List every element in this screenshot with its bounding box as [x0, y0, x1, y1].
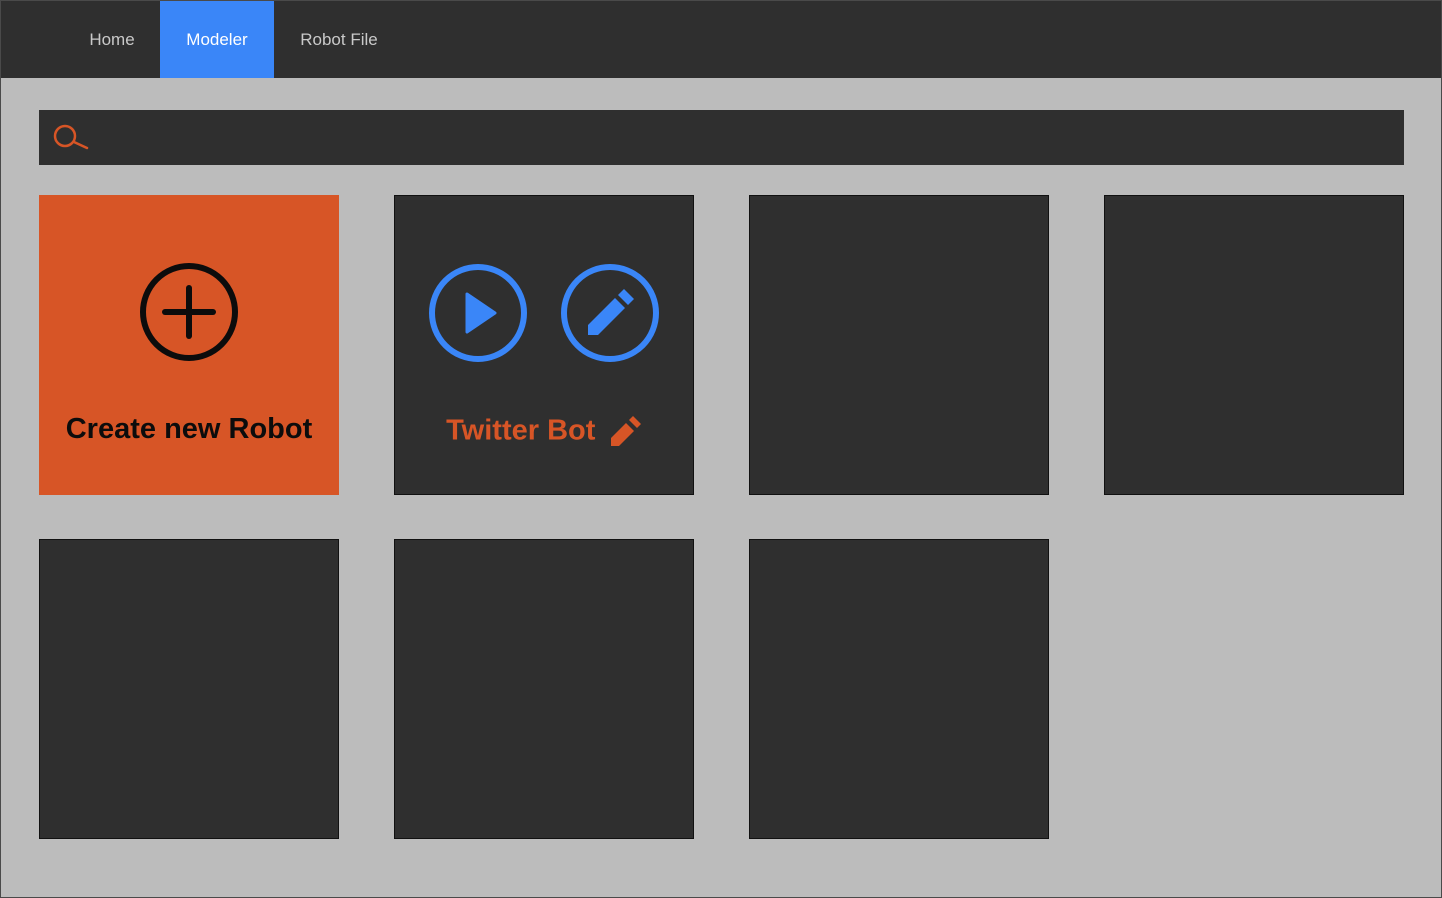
search-icon	[53, 124, 89, 150]
empty-robot-slot	[749, 539, 1049, 839]
empty-robot-slot	[749, 195, 1049, 495]
nav-tab-robot-file[interactable]: Robot File	[282, 1, 396, 78]
empty-robot-slot	[394, 539, 694, 839]
robot-name-row: Twitter Bot	[395, 414, 693, 448]
app-window: Home Modeler Robot File Create new Robot	[0, 0, 1442, 898]
nav-tab-home[interactable]: Home	[61, 1, 163, 78]
robot-name: Twitter Bot	[446, 414, 596, 447]
search-bar	[39, 110, 1404, 165]
top-navbar: Home Modeler Robot File	[1, 1, 1441, 78]
search-input[interactable]	[99, 118, 1393, 158]
pencil-icon	[588, 289, 634, 335]
nav-tab-modeler[interactable]: Modeler	[160, 1, 274, 78]
play-icon	[465, 292, 497, 334]
robot-tile-twitter-bot: Twitter Bot	[394, 195, 694, 495]
plus-circle-icon	[140, 263, 238, 361]
empty-robot-slot	[1104, 195, 1404, 495]
rename-pencil-icon[interactable]	[608, 414, 642, 448]
create-robot-label: Create new Robot	[65, 413, 313, 445]
run-robot-button[interactable]	[427, 262, 529, 364]
edit-robot-button[interactable]	[559, 262, 661, 364]
empty-robot-slot	[39, 539, 339, 839]
create-robot-tile[interactable]: Create new Robot	[39, 195, 339, 495]
